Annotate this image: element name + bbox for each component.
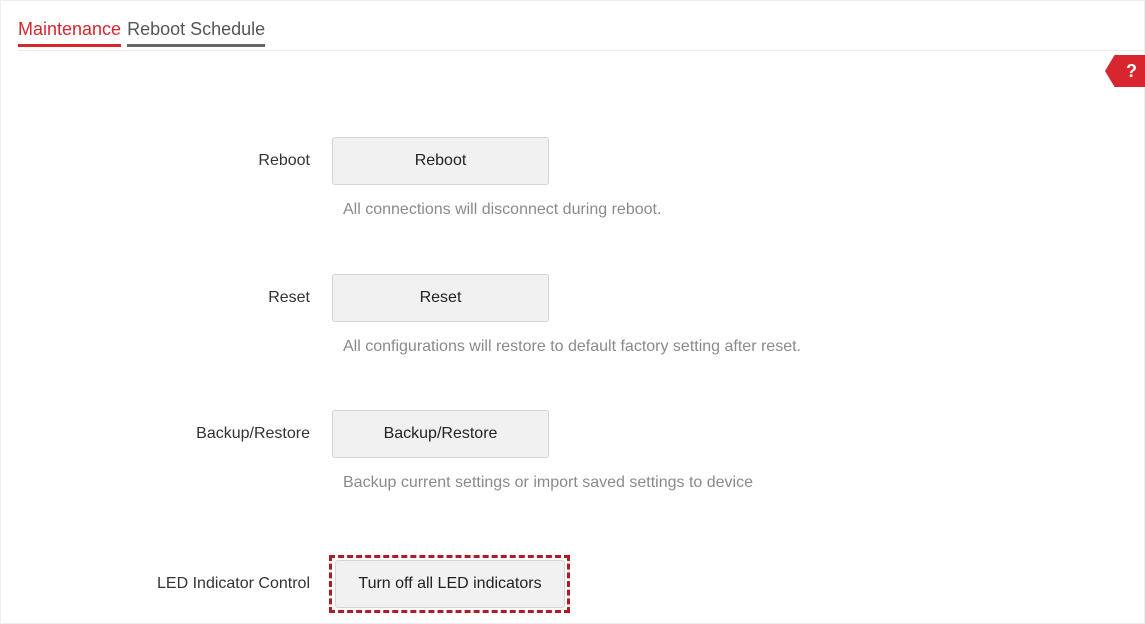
backup-restore-hint: Backup current settings or import saved … bbox=[343, 474, 753, 491]
reboot-button[interactable]: Reboot bbox=[332, 137, 549, 185]
turn-off-led-button[interactable]: Turn off all LED indicators bbox=[335, 560, 565, 608]
help-icon[interactable]: ? bbox=[1105, 55, 1145, 87]
backup-restore-button[interactable]: Backup/Restore bbox=[332, 410, 549, 458]
reboot-hint: All connections will disconnect during r… bbox=[343, 201, 662, 218]
tab-bar: Maintenance Reboot Schedule bbox=[18, 18, 266, 47]
tab-reboot-schedule[interactable]: Reboot Schedule bbox=[127, 18, 266, 47]
reboot-label: Reboot bbox=[258, 152, 310, 169]
reset-label: Reset bbox=[268, 289, 310, 306]
reset-hint: All configurations will restore to defau… bbox=[343, 338, 801, 355]
tab-divider bbox=[18, 50, 1145, 51]
backup-restore-label: Backup/Restore bbox=[196, 425, 310, 442]
led-control-label: LED Indicator Control bbox=[157, 575, 310, 592]
tab-maintenance[interactable]: Maintenance bbox=[18, 18, 122, 47]
reset-button[interactable]: Reset bbox=[332, 274, 549, 322]
maintenance-page: Maintenance Reboot Schedule ? Reboot Reb… bbox=[0, 0, 1145, 624]
